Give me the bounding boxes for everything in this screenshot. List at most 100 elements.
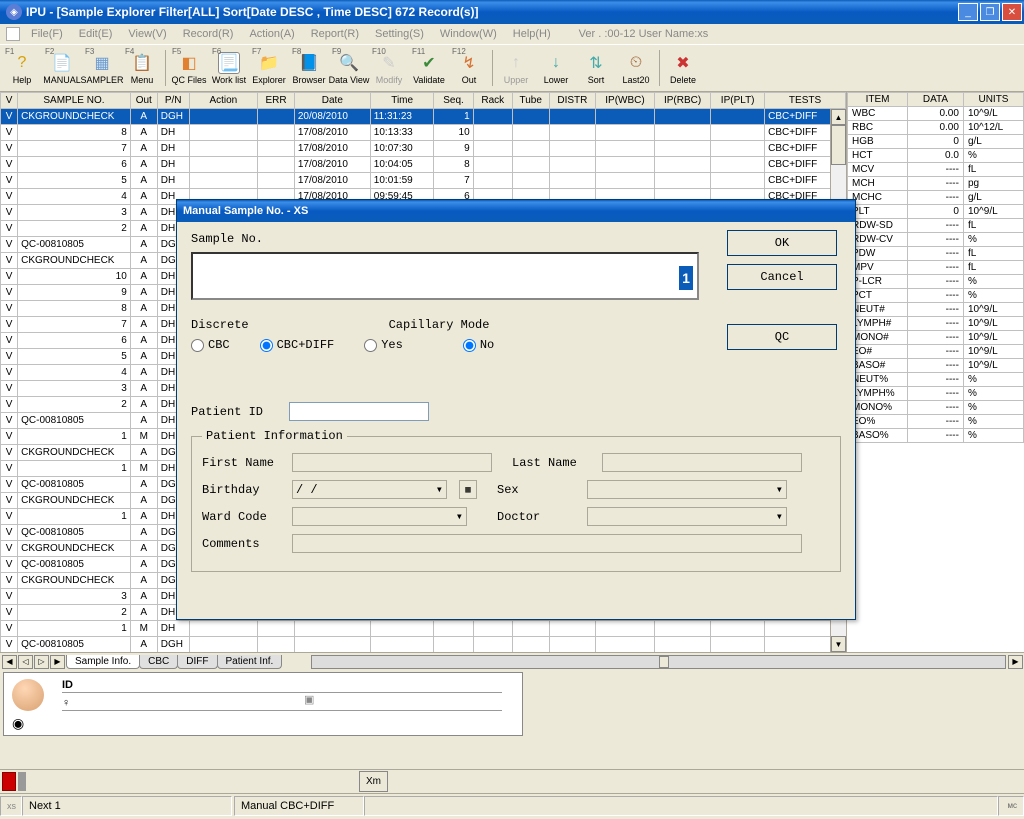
sheet-tab-cbc[interactable]: CBC <box>139 655 178 669</box>
horiz-scroll[interactable] <box>311 655 1006 669</box>
radio-no[interactable]: No <box>463 338 494 352</box>
tab-nav-right[interactable]: ▶ <box>1008 655 1023 669</box>
side-row: HCT0.0% <box>848 149 1024 163</box>
table-row[interactable]: V7ADH17/08/201010:07:309CBC+DIFF <box>1 141 846 157</box>
col-header[interactable]: IP(RBC) <box>654 93 710 109</box>
tb-out[interactable]: F12↯Out <box>449 46 489 90</box>
menu-filef[interactable]: File(F) <box>23 26 71 42</box>
side-row: P-LCR----% <box>848 275 1024 289</box>
qc-button[interactable]: QC <box>727 324 837 350</box>
side-row: RDW-CV----% <box>848 233 1024 247</box>
status-gray-indicator <box>18 772 26 791</box>
col-header[interactable]: DISTR <box>549 93 596 109</box>
last-name-input[interactable] <box>602 453 802 472</box>
col-header[interactable]: Seq. <box>434 93 473 109</box>
side-row: BASO%----% <box>848 429 1024 443</box>
tab-nav-next[interactable]: ▷ <box>34 655 49 669</box>
col-header[interactable]: Rack <box>473 93 512 109</box>
side-row: HGB0g/L <box>848 135 1024 149</box>
status-mc: мс <box>998 796 1024 816</box>
patient-id-input[interactable] <box>289 402 429 421</box>
tb-last20[interactable]: ⏲Last20 <box>616 46 656 90</box>
ward-select[interactable]: ▾ <box>292 507 467 526</box>
tab-nav-prev[interactable]: ◁ <box>18 655 33 669</box>
tb-sampler[interactable]: F3▦SAMPLER <box>82 46 122 90</box>
patient-info-fieldset: Patient Information First Name Last Name… <box>191 429 841 572</box>
tb-data-view[interactable]: F9🔍Data View <box>329 46 369 90</box>
col-header[interactable]: SAMPLE NO. <box>18 93 131 109</box>
col-header[interactable]: Tube <box>512 93 549 109</box>
minimize-button[interactable]: _ <box>958 3 978 21</box>
calendar-icon[interactable]: ▦ <box>459 480 477 499</box>
col-header[interactable]: V <box>1 93 18 109</box>
col-header[interactable]: Action <box>189 93 258 109</box>
window-title: IPU - [Sample Explorer Filter[ALL] Sort[… <box>26 5 958 19</box>
table-row[interactable]: VCKGROUNDCHECKADGH20/08/201011:31:231CBC… <box>1 109 846 125</box>
close-button[interactable]: ✕ <box>1002 3 1022 21</box>
menu-viewv[interactable]: View(V) <box>120 26 174 42</box>
radio-cbc[interactable]: CBC <box>191 338 230 352</box>
sheet-tabs: ◀ ◁ ▷ ▶ Sample Info.CBCDIFFPatient Inf. … <box>0 652 1024 670</box>
tb-manual[interactable]: F2📄MANUAL <box>42 46 82 90</box>
sex-select[interactable]: ▾ <box>587 480 787 499</box>
side-row: WBC0.0010^9/L <box>848 107 1024 121</box>
menu-recordr[interactable]: Record(R) <box>175 26 242 42</box>
tb-browser[interactable]: F8📘Browser <box>289 46 329 90</box>
sheet-tab-sampleinfo[interactable]: Sample Info. <box>66 655 140 669</box>
tb-qc-files[interactable]: F5◧QC Files <box>169 46 209 90</box>
col-header[interactable]: Time <box>370 93 434 109</box>
tab-nav-last[interactable]: ▶ <box>50 655 65 669</box>
tb-help[interactable]: F1?Help <box>2 46 42 90</box>
tb-work-list[interactable]: F6📃Work list <box>209 46 249 90</box>
side-row: PLT010^9/L <box>848 205 1024 219</box>
menu-reportr[interactable]: Report(R) <box>303 26 367 42</box>
radio-yes[interactable]: Yes <box>364 338 403 352</box>
birthday-input[interactable]: / /▾ <box>292 480 447 499</box>
side-row: LYMPH%----% <box>848 387 1024 401</box>
table-row[interactable]: VQC-00810805ADGH <box>1 637 846 653</box>
menu-actiona[interactable]: Action(A) <box>241 26 302 42</box>
scroll-down-icon[interactable]: ▼ <box>831 636 846 652</box>
col-header[interactable]: Date <box>294 93 370 109</box>
col-header[interactable]: IP(PLT) <box>711 93 765 109</box>
side-row: EO#----10^9/L <box>848 345 1024 359</box>
sheet-tab-patientinf[interactable]: Patient Inf. <box>217 655 283 669</box>
side-row: LYMPH#----10^9/L <box>848 317 1024 331</box>
scroll-up-icon[interactable]: ▲ <box>831 109 846 125</box>
col-header[interactable]: P/N <box>157 93 189 109</box>
table-row[interactable]: V8ADH17/08/201010:13:3310CBC+DIFF <box>1 125 846 141</box>
tab-nav-first[interactable]: ◀ <box>2 655 17 669</box>
col-header[interactable]: IP(WBC) <box>596 93 655 109</box>
tb-menu[interactable]: F4📋Menu <box>122 46 162 90</box>
ok-button[interactable]: OK <box>727 230 837 256</box>
tb-explorer[interactable]: F7📁Explorer <box>249 46 289 90</box>
side-col-header: UNITS <box>963 93 1023 107</box>
discrete-label: Discrete <box>191 318 249 332</box>
sample-no-input[interactable]: 1 <box>191 252 699 300</box>
menu-settings[interactable]: Setting(S) <box>367 26 432 42</box>
comments-input[interactable] <box>292 534 802 553</box>
tb-sort[interactable]: ⇅Sort <box>576 46 616 90</box>
table-row[interactable]: V6ADH17/08/201010:04:058CBC+DIFF <box>1 157 846 173</box>
doctor-select[interactable]: ▾ <box>587 507 787 526</box>
col-header[interactable]: TESTS <box>765 93 846 109</box>
table-row[interactable]: V5ADH17/08/201010:01:597CBC+DIFF <box>1 173 846 189</box>
tb-lower[interactable]: ↓Lower <box>536 46 576 90</box>
menu-windoww[interactable]: Window(W) <box>432 26 505 42</box>
cancel-button[interactable]: Cancel <box>727 264 837 290</box>
capillary-label: Capillary Mode <box>389 318 490 332</box>
menu-edite[interactable]: Edit(E) <box>71 26 121 42</box>
side-row: NEUT%----% <box>848 373 1024 387</box>
table-row[interactable]: V1MDH <box>1 621 846 637</box>
col-header[interactable]: Out <box>130 93 157 109</box>
restore-button[interactable]: ❐ <box>980 3 1000 21</box>
side-row: NEUT#----10^9/L <box>848 303 1024 317</box>
tb-delete[interactable]: ✖Delete <box>663 46 703 90</box>
patient-info-legend: Patient Information <box>202 429 347 443</box>
sheet-tab-diff[interactable]: DIFF <box>177 655 217 669</box>
col-header[interactable]: ERR <box>258 93 295 109</box>
menu-helph[interactable]: Help(H) <box>505 26 559 42</box>
tb-validate[interactable]: F11✔Validate <box>409 46 449 90</box>
radio-cbc-diff[interactable]: CBC+DIFF <box>260 338 335 352</box>
first-name-input[interactable] <box>292 453 492 472</box>
